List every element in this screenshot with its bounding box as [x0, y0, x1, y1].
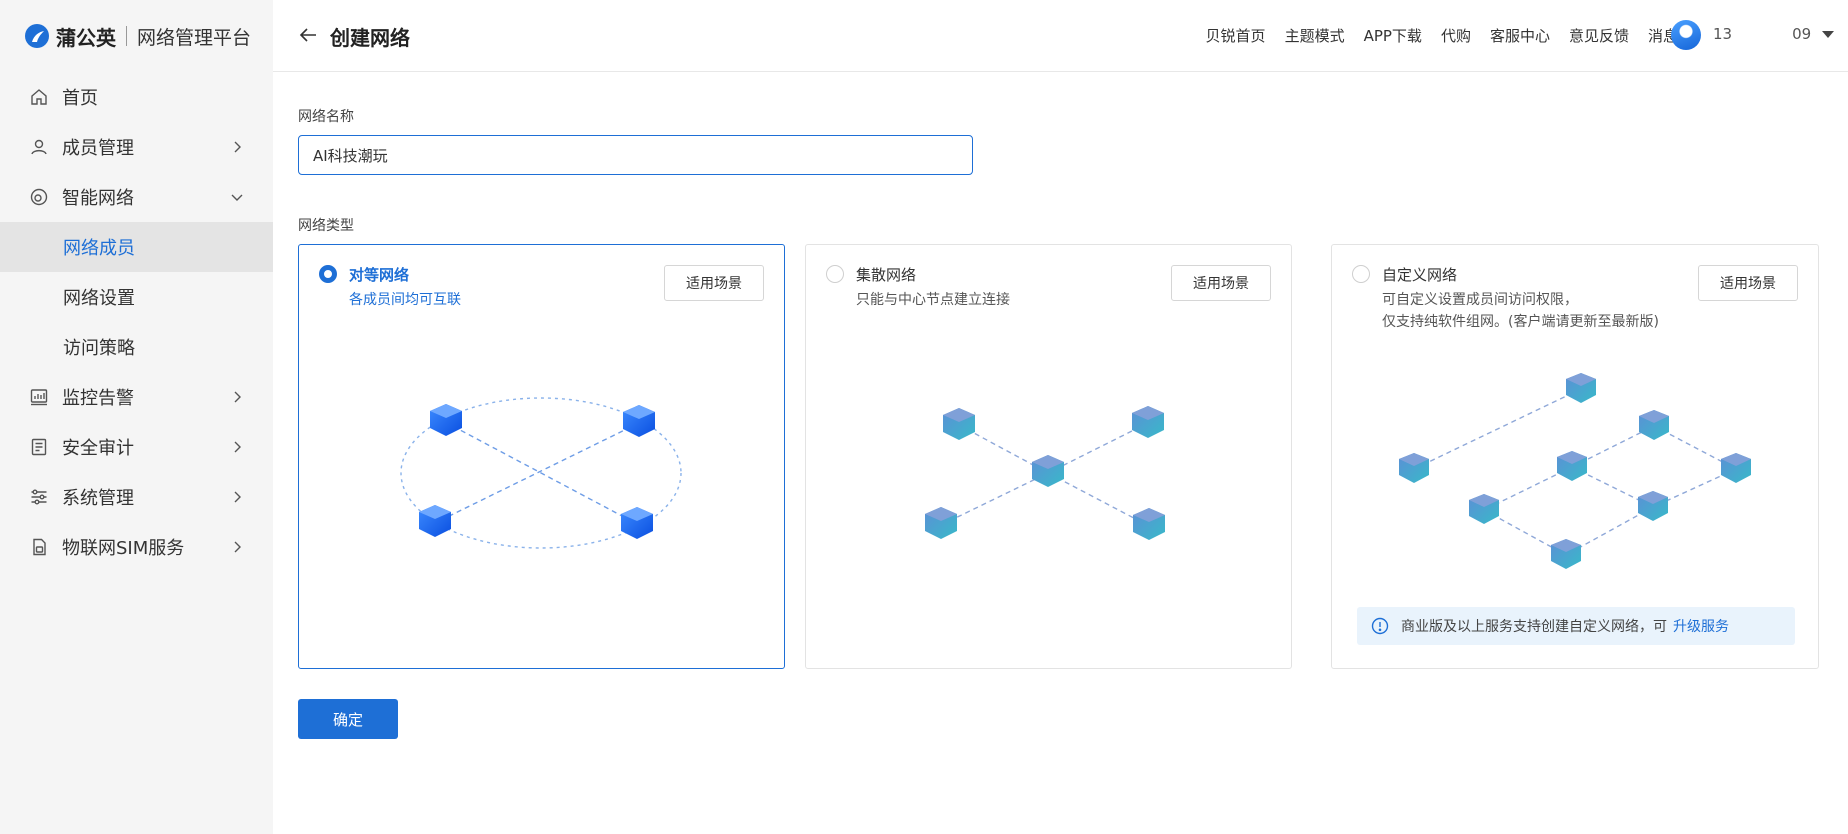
chevron-right-icon	[234, 441, 241, 453]
caret-down-icon[interactable]	[1822, 31, 1834, 38]
audit-icon	[28, 436, 50, 458]
upgrade-service-link[interactable]: 升级服务	[1673, 616, 1729, 636]
page-title: 创建网络	[330, 26, 410, 50]
monitor-icon	[28, 386, 50, 408]
chevron-right-icon	[234, 141, 241, 153]
notice-text: 商业版及以上服务支持创建自定义网络，可	[1401, 619, 1667, 635]
cube-node-icon	[925, 507, 957, 539]
settings-sliders-icon	[28, 486, 50, 508]
network-type-card-custom[interactable]: 自定义网络 可自定义设置成员间访问权限， 仅支持纯软件组网。(客户端请更新至最新…	[1331, 244, 1819, 669]
sidebar-item-label: 成员管理	[62, 138, 134, 159]
sidebar-item-network-settings[interactable]: 网络设置	[0, 272, 273, 322]
cube-node-icon	[1566, 373, 1596, 403]
cube-node-icon	[1132, 406, 1164, 438]
sidebar-item-label: 智能网络	[62, 188, 134, 209]
cube-node-icon	[1638, 491, 1668, 521]
info-icon	[1371, 617, 1389, 635]
avatar[interactable]	[1671, 20, 1701, 50]
sidebar-item-members[interactable]: 成员管理	[0, 122, 273, 172]
chevron-down-icon	[231, 194, 243, 201]
brand-subtitle: 网络管理平台	[137, 26, 252, 49]
user-account[interactable]: 13 09	[1713, 25, 1811, 43]
chevron-right-icon	[234, 391, 241, 403]
cube-node-icon	[1551, 539, 1581, 569]
chevron-right-icon	[234, 541, 241, 553]
sidebar-item-system-management[interactable]: 系统管理	[0, 472, 273, 522]
top-header: 创建网络 贝锐首页 主题模式 APP下载 代购 客服中心 意见反馈 消息 13 …	[273, 0, 1848, 72]
top-links: 贝锐首页 主题模式 APP下载 代购 客服中心 意见反馈 消息	[1187, 25, 1678, 46]
network-name-label: 网络名称	[298, 109, 354, 125]
sidebar-item-label: 网络设置	[63, 288, 135, 309]
sim-card-icon	[28, 536, 50, 558]
cube-node-icon	[430, 404, 462, 436]
peer-network-diagram	[400, 397, 682, 549]
sidebar-nav: 首页 成员管理 智能网络 网络成员 网络设置 访问策略 监控告警 安全审计 系统…	[0, 72, 273, 572]
cube-node-icon	[621, 507, 653, 539]
sidebar-item-label: 首页	[62, 88, 98, 109]
network-type-label: 网络类型	[298, 218, 354, 234]
cube-node-icon	[623, 405, 655, 437]
cube-node-icon	[1032, 455, 1064, 487]
cube-node-icon	[1399, 453, 1429, 483]
cube-node-icon	[1557, 451, 1587, 481]
network-type-card-peer[interactable]: 对等网络 各成员间均可互联 适用场景	[298, 244, 785, 669]
cube-node-icon	[943, 408, 975, 440]
network-type-card-hub[interactable]: 集散网络 只能与中心节点建立连接 适用场景	[805, 244, 1292, 669]
user-icon	[28, 136, 50, 158]
network-name-input[interactable]	[298, 135, 973, 175]
dandelion-logo-icon	[25, 24, 49, 48]
sidebar-item-iot-sim[interactable]: 物联网SIM服务	[0, 522, 273, 572]
home-icon	[28, 86, 50, 108]
sidebar-item-label: 访问策略	[63, 338, 135, 359]
upgrade-notice: 商业版及以上服务支持创建自定义网络，可 升级服务	[1357, 607, 1795, 645]
link-theme-mode[interactable]: 主题模式	[1285, 25, 1345, 46]
cube-node-icon	[1469, 494, 1499, 524]
sidebar-item-label: 系统管理	[62, 488, 134, 509]
sidebar-item-label: 安全审计	[62, 438, 134, 459]
sidebar-item-smart-network[interactable]: 智能网络	[0, 172, 273, 222]
link-purchase[interactable]: 代购	[1441, 25, 1471, 46]
confirm-button[interactable]: 确定	[298, 699, 398, 739]
cube-node-icon	[1133, 508, 1165, 540]
sidebar-item-access-policy[interactable]: 访问策略	[0, 322, 273, 372]
sidebar: 蒲公英 网络管理平台 首页 成员管理 智能网络 网络成员 网络设置 访问策略 监…	[0, 0, 273, 834]
back-arrow-icon[interactable]	[297, 24, 319, 46]
sidebar-item-monitoring[interactable]: 监控告警	[0, 372, 273, 422]
link-service-center[interactable]: 客服中心	[1490, 25, 1550, 46]
link-app-download[interactable]: APP下载	[1364, 25, 1422, 46]
sidebar-item-label: 网络成员	[63, 238, 135, 259]
hub-network-diagram	[925, 406, 1165, 540]
sidebar-item-security-audit[interactable]: 安全审计	[0, 422, 273, 472]
brand[interactable]: 蒲公英 网络管理平台	[24, 20, 251, 52]
brand-divider	[126, 26, 127, 46]
link-brand-home[interactable]: 贝锐首页	[1206, 25, 1266, 46]
cube-node-icon	[1639, 410, 1669, 440]
chevron-right-icon	[234, 491, 241, 503]
cube-node-icon	[1721, 453, 1751, 483]
link-feedback[interactable]: 意见反馈	[1569, 25, 1629, 46]
brand-name: 蒲公英	[56, 25, 116, 50]
sidebar-item-network-members[interactable]: 网络成员	[0, 222, 273, 272]
sidebar-item-home[interactable]: 首页	[0, 72, 273, 122]
sidebar-item-label: 监控告警	[62, 388, 134, 409]
network-icon	[28, 186, 50, 208]
sidebar-item-label: 物联网SIM服务	[62, 538, 185, 559]
cube-node-icon	[419, 505, 451, 537]
